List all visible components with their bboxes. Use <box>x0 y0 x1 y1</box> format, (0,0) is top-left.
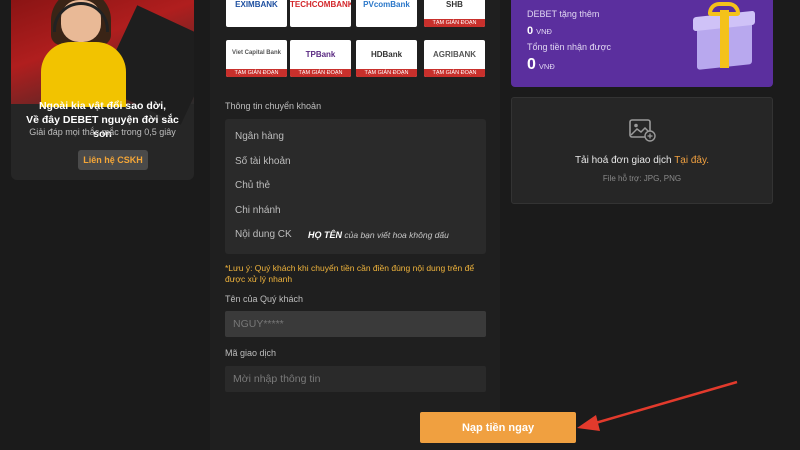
bank-pvcombank[interactable]: PVcomBank <box>356 0 417 27</box>
upload-title: Tải hoá đơn giao dịch Tại đây. <box>574 155 710 166</box>
bank-tpbank[interactable]: TPBank TẠM GIÁN ĐOẠN <box>290 40 351 77</box>
total-label: Tổng tiền nhận được <box>527 42 611 52</box>
row-account-number: Số tài khoản <box>235 156 291 167</box>
deposit-now-button[interactable]: Nạp tiền ngay <box>420 412 576 443</box>
total-value: 0 VNĐ <box>527 56 555 73</box>
bank-eximbank[interactable]: EXIMBANK <box>226 0 287 27</box>
invoice-upload-dropzone[interactable]: Tải hoá đơn giao dịch Tại đây. File hỗ t… <box>511 97 773 204</box>
row-branch: Chi nhánh <box>235 205 281 216</box>
bank-shb[interactable]: SHB TẠM GIÁN ĐOẠN <box>424 0 485 27</box>
contact-support-button[interactable]: Liên hệ CSKH <box>78 150 148 170</box>
support-subtitle: Giải đáp mọi thắc mắc trong 0,5 giây <box>29 127 176 137</box>
transaction-code-label: Mã giao dịch <box>225 348 277 358</box>
bonus-value: 0 VNĐ <box>527 25 552 37</box>
customer-name-label: Tên của Quý khách <box>225 294 304 304</box>
maintenance-badge: TẠM GIÁN ĐOẠN <box>424 69 485 77</box>
upload-link[interactable]: Tại đây. <box>674 155 709 166</box>
bonus-card: DEBET tặng thêm 0 VNĐ Tổng tiền nhận được… <box>511 0 773 87</box>
bank-techcombank[interactable]: TECHCOMBANK <box>290 0 351 27</box>
support-card: Ngoài kia vật đổi sao dời, Về đây DEBET … <box>11 0 194 180</box>
upload-subtitle: File hỗ trợ: JPG, PNG <box>602 174 682 183</box>
bank-viet-capital[interactable]: Viet Capital Bank TẠM GIÁN ĐOẠN <box>226 40 287 77</box>
image-upload-icon <box>629 119 656 142</box>
row-transfer-content: Nội dung CK <box>235 229 292 240</box>
bank-agribank[interactable]: AGRIBANK TẠM GIÁN ĐOẠN <box>424 40 485 77</box>
customer-name-field <box>225 311 486 337</box>
maintenance-badge: TẠM GIÁN ĐOẠN <box>226 69 287 77</box>
maintenance-badge: TẠM GIÁN ĐOẠN <box>424 19 485 27</box>
transfer-content-hint: HỌ TÊN của bạn viết hoa không dấu <box>308 230 449 240</box>
warning-note: *Lưu ý: Quý khách khi chuyển tiền cần đi… <box>225 263 475 284</box>
row-card-holder: Chủ thẻ <box>235 180 271 191</box>
bank-hdbank[interactable]: HDBank TẠM GIÁN ĐOẠN <box>356 40 417 77</box>
bonus-label: DEBET tặng thêm <box>527 9 600 19</box>
transfer-info-label: Thông tin chuyển khoản <box>225 101 322 111</box>
maintenance-badge: TẠM GIÁN ĐOẠN <box>356 69 417 77</box>
support-hero-image <box>11 0 194 125</box>
transaction-code-input[interactable] <box>225 366 486 392</box>
maintenance-badge: TẠM GIÁN ĐOẠN <box>290 69 351 77</box>
row-bank: Ngân hàng <box>235 131 284 142</box>
